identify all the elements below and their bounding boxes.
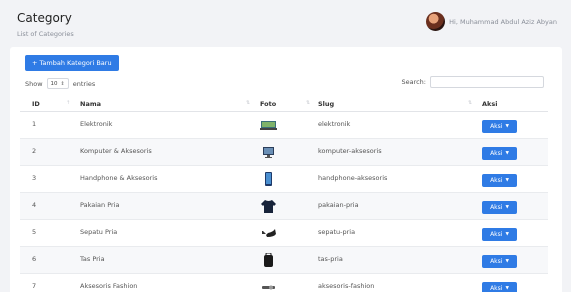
cell-id: 6 [32,255,37,263]
entries-length-control: Show 10 ⇕ entries [25,78,95,89]
search-input[interactable] [430,76,544,88]
caret-down-icon: ▼ [505,232,509,237]
caret-down-icon: ▼ [505,151,509,156]
cell-nama: Tas Pria [80,255,105,263]
laptop-icon [260,118,277,132]
search-control: Search: [401,76,544,88]
column-nama[interactable]: Nama [80,100,101,108]
cell-slug: tas-pria [318,255,343,263]
cell-id: 1 [32,120,37,128]
user-greeting: Hi, Muhammad Abdul Aziz Abyan [449,17,557,26]
sort-icon[interactable]: ⇅ [468,100,472,106]
accessory-icon [260,280,277,292]
sort-icon[interactable]: ⇅ [306,100,310,106]
caret-down-icon: ▼ [505,286,509,291]
cell-nama: Sepatu Pria [80,228,118,236]
cell-slug: sepatu-pria [318,228,356,236]
column-id[interactable]: ID [32,100,40,108]
aksi-label: Aksi [490,123,503,130]
aksi-label: Aksi [490,150,503,157]
monitor-icon [260,145,277,159]
table-row: 6 Tas Pria tas-pria Aksi ▼ [20,247,548,274]
cell-id: 2 [32,147,37,155]
cell-slug: pakaian-pria [318,201,359,209]
avatar[interactable] [426,12,446,31]
caret-down-icon: ▼ [505,259,509,264]
table-header: ID ↑ Nama ⇅ Foto ⇅ Slug ⇅ Aksi [20,95,548,112]
page-title: Category [17,11,72,25]
cell-slug: elektronik [318,120,351,128]
cell-slug: handphone-aksesoris [318,174,388,182]
cell-slug: aksesoris-fashion [318,282,375,290]
column-aksi: Aksi [482,100,498,108]
caret-down-icon: ▼ [505,205,509,210]
cell-nama: Elektronik [80,120,113,128]
search-label: Search: [401,78,426,86]
category-card: + Tambah Kategori Baru Show 10 ⇕ entries… [10,47,562,292]
aksi-button[interactable]: Aksi ▼ [482,147,517,160]
show-label: Show [25,79,43,88]
cell-id: 3 [32,174,37,182]
entries-label: entries [72,79,96,88]
cell-nama: Pakaian Pria [80,201,120,209]
page-subtitle: List of Categories [17,30,74,38]
aksi-label: Aksi [490,258,503,265]
aksi-label: Aksi [490,204,503,211]
caret-down-icon: ▼ [505,124,509,129]
category-table: ID ↑ Nama ⇅ Foto ⇅ Slug ⇅ Aksi 1 Elektron… [20,95,548,292]
shoe-icon [260,226,277,240]
table-row: 3 Handphone & Aksesoris handphone-aksesori… [20,166,548,193]
user-menu[interactable]: Hi, Muhammad Abdul Aziz Abyan [426,12,557,31]
bag-icon [260,252,277,267]
cell-nama: Aksesoris Fashion [80,282,138,290]
column-slug[interactable]: Slug [318,100,334,108]
tshirt-icon [260,199,277,213]
aksi-button[interactable]: Aksi ▼ [482,228,517,241]
sort-icon[interactable]: ⇅ [246,100,250,106]
table-row: 2 Komputer & Aksesoris komputer-aksesoris A… [20,139,548,166]
entries-value: 10 [50,80,58,87]
cell-nama: Handphone & Aksesoris [80,174,158,182]
cell-id: 4 [32,201,37,209]
cell-id: 5 [32,228,37,236]
cell-slug: komputer-aksesoris [318,147,382,155]
aksi-label: Aksi [490,231,503,238]
select-caret-icon: ⇕ [60,80,65,87]
aksi-button[interactable]: Aksi ▼ [482,120,517,133]
aksi-label: Aksi [490,177,503,184]
sort-icon[interactable]: ↑ [66,100,70,106]
table-row: 1 Elektronik elektronik Aksi ▼ [20,112,548,139]
table-row: 5 Sepatu Pria sepatu-pria Aksi ▼ [20,220,548,247]
caret-down-icon: ▼ [505,178,509,183]
phone-icon [260,172,277,186]
entries-select[interactable]: 10 ⇕ [46,78,69,89]
table-body: 1 Elektronik elektronik Aksi ▼ 2 Komputer & Ak… [20,112,548,292]
aksi-button[interactable]: Aksi ▼ [482,255,517,268]
cell-nama: Komputer & Aksesoris [80,147,152,155]
table-row: 7 Aksesoris Fashion aksesoris-fashion Aksi ▼ [20,274,548,292]
aksi-button[interactable]: Aksi ▼ [482,174,517,187]
cell-id: 7 [32,282,37,290]
column-foto[interactable]: Foto [260,100,276,108]
aksi-button[interactable]: Aksi ▼ [482,201,517,214]
table-row: 4 Pakaian Pria pakaian-pria Aksi ▼ [20,193,548,220]
aksi-button[interactable]: Aksi ▼ [482,282,517,292]
add-category-button[interactable]: + Tambah Kategori Baru [25,55,119,71]
aksi-label: Aksi [490,285,503,292]
